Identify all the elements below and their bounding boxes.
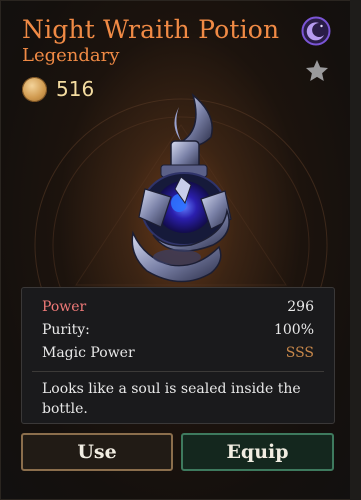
scrollbar[interactable] xyxy=(350,0,361,500)
stat-label: Magic Power xyxy=(42,345,135,361)
star-icon[interactable] xyxy=(304,58,330,84)
stat-value: SSS xyxy=(285,345,314,361)
stat-row-magic-power: Magic Power SSS xyxy=(42,345,314,361)
stat-row-purity: Purity: 100% xyxy=(42,322,314,338)
stat-value: 296 xyxy=(287,299,314,315)
equip-button[interactable]: Equip xyxy=(181,433,334,471)
stat-label: Power xyxy=(42,299,87,315)
item-detail-card: Night Wraith Potion Legendary 516 Power … xyxy=(0,0,361,500)
stat-label: Purity: xyxy=(42,322,90,338)
item-title: Night Wraith Potion xyxy=(22,15,280,44)
stats-panel: Power 296 Purity: 100% Magic Power SSS L… xyxy=(21,287,335,424)
stats-divider xyxy=(32,371,324,372)
item-description: Looks like a soul is sealed inside the b… xyxy=(42,381,301,417)
item-rarity: Legendary xyxy=(22,45,120,66)
crescent-moon-icon xyxy=(301,16,331,46)
stat-row-power: Power 296 xyxy=(42,299,314,315)
stat-value: 100% xyxy=(273,322,314,338)
potion-artwork xyxy=(34,92,328,295)
use-button[interactable]: Use xyxy=(21,433,173,471)
